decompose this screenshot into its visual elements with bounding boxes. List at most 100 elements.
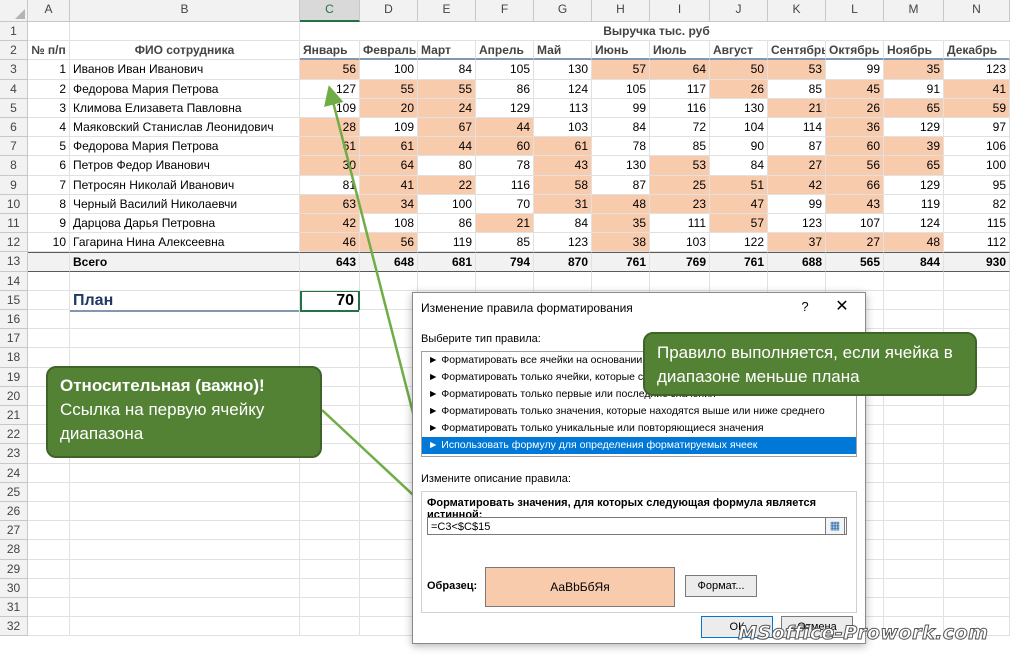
column-header-c[interactable]: C — [300, 0, 360, 22]
empty-cell[interactable] — [70, 559, 300, 579]
revenue-cell[interactable]: 31 — [534, 194, 592, 214]
revenue-cell[interactable]: 84 — [710, 156, 768, 176]
empty-cell[interactable] — [944, 463, 1010, 483]
empty-cell[interactable] — [70, 329, 300, 349]
revenue-cell[interactable]: 97 — [944, 118, 1010, 138]
empty-cell[interactable] — [28, 22, 70, 42]
empty-cell[interactable] — [884, 598, 944, 618]
revenue-cell[interactable]: 113 — [534, 98, 592, 118]
row-header-7[interactable]: 7 — [0, 137, 28, 157]
revenue-cell[interactable]: 85 — [768, 79, 826, 99]
column-header-b[interactable]: B — [70, 0, 300, 22]
revenue-cell[interactable]: 64 — [650, 60, 710, 80]
close-icon[interactable]: ✕ — [831, 296, 853, 318]
revenue-cell[interactable]: 123 — [944, 60, 1010, 80]
empty-cell[interactable] — [360, 271, 418, 291]
revenue-cell[interactable]: 66 — [826, 175, 884, 195]
revenue-cell[interactable]: 61 — [300, 137, 360, 157]
revenue-cell[interactable]: 35 — [884, 60, 944, 80]
empty-cell[interactable] — [70, 463, 300, 483]
empty-cell[interactable] — [884, 406, 944, 426]
revenue-cell[interactable]: 124 — [534, 79, 592, 99]
empty-cell[interactable] — [70, 521, 300, 541]
empty-cell[interactable] — [70, 348, 300, 368]
empty-cell[interactable] — [418, 271, 476, 291]
revenue-cell[interactable]: 48 — [884, 233, 944, 253]
revenue-cell[interactable]: 86 — [418, 214, 476, 234]
rule-type-item[interactable]: ► Форматировать только уникальные или по… — [422, 420, 856, 437]
empty-cell[interactable] — [28, 598, 70, 618]
revenue-cell[interactable]: 122 — [710, 233, 768, 253]
row-header-24[interactable]: 24 — [0, 463, 28, 483]
revenue-cell[interactable]: 23 — [650, 194, 710, 214]
revenue-cell[interactable]: 60 — [826, 137, 884, 157]
empty-cell[interactable] — [360, 578, 418, 598]
empty-cell[interactable] — [884, 290, 944, 310]
empty-cell[interactable] — [300, 329, 360, 349]
row-header-1[interactable]: 1 — [0, 22, 28, 42]
row-header-11[interactable]: 11 — [0, 214, 28, 234]
revenue-cell[interactable]: 61 — [534, 137, 592, 157]
revenue-cell[interactable]: 46 — [300, 233, 360, 253]
revenue-cell[interactable]: 45 — [826, 79, 884, 99]
empty-cell[interactable] — [360, 386, 418, 406]
revenue-cell[interactable]: 53 — [768, 60, 826, 80]
revenue-cell[interactable]: 65 — [884, 156, 944, 176]
revenue-cell[interactable]: 51 — [710, 175, 768, 195]
empty-cell[interactable] — [28, 540, 70, 560]
empty-cell[interactable] — [944, 444, 1010, 464]
empty-cell[interactable] — [884, 521, 944, 541]
revenue-cell[interactable]: 72 — [650, 118, 710, 138]
row-header-5[interactable]: 5 — [0, 98, 28, 118]
revenue-cell[interactable]: 106 — [944, 137, 1010, 157]
empty-cell[interactable] — [360, 521, 418, 541]
row-header-17[interactable]: 17 — [0, 329, 28, 349]
empty-cell[interactable] — [300, 578, 360, 598]
revenue-cell[interactable]: 56 — [300, 60, 360, 80]
empty-cell[interactable] — [360, 329, 418, 349]
row-header-10[interactable]: 10 — [0, 194, 28, 214]
revenue-cell[interactable]: 26 — [826, 98, 884, 118]
empty-cell[interactable] — [884, 540, 944, 560]
revenue-cell[interactable]: 44 — [476, 118, 534, 138]
empty-cell[interactable] — [70, 578, 300, 598]
empty-cell[interactable] — [28, 521, 70, 541]
empty-cell[interactable] — [944, 521, 1010, 541]
empty-cell[interactable] — [300, 271, 360, 291]
column-header-e[interactable]: E — [418, 0, 476, 22]
empty-cell[interactable] — [28, 502, 70, 522]
empty-cell[interactable] — [300, 617, 360, 637]
empty-cell[interactable] — [28, 348, 70, 368]
empty-cell[interactable] — [300, 502, 360, 522]
revenue-cell[interactable]: 82 — [944, 194, 1010, 214]
revenue-cell[interactable]: 119 — [884, 194, 944, 214]
revenue-cell[interactable]: 63 — [300, 194, 360, 214]
empty-cell[interactable] — [300, 482, 360, 502]
revenue-cell[interactable]: 30 — [300, 156, 360, 176]
empty-cell[interactable] — [360, 617, 418, 637]
revenue-cell[interactable]: 100 — [360, 60, 418, 80]
empty-cell[interactable] — [28, 310, 70, 330]
revenue-cell[interactable]: 100 — [418, 194, 476, 214]
column-header-n[interactable]: N — [944, 0, 1010, 22]
empty-cell[interactable] — [944, 271, 1010, 291]
row-header-21[interactable]: 21 — [0, 406, 28, 426]
revenue-cell[interactable]: 80 — [418, 156, 476, 176]
revenue-cell[interactable]: 55 — [360, 79, 418, 99]
empty-cell[interactable] — [28, 271, 70, 291]
row-header-30[interactable]: 30 — [0, 578, 28, 598]
row-header-22[interactable]: 22 — [0, 425, 28, 445]
revenue-cell[interactable]: 59 — [944, 98, 1010, 118]
revenue-cell[interactable]: 27 — [826, 233, 884, 253]
revenue-cell[interactable]: 127 — [300, 79, 360, 99]
revenue-cell[interactable]: 41 — [944, 79, 1010, 99]
empty-cell[interactable] — [360, 444, 418, 464]
empty-cell[interactable] — [884, 444, 944, 464]
revenue-cell[interactable]: 86 — [476, 79, 534, 99]
revenue-cell[interactable]: 85 — [650, 137, 710, 157]
row-header-9[interactable]: 9 — [0, 175, 28, 195]
empty-cell[interactable] — [360, 502, 418, 522]
revenue-cell[interactable]: 58 — [534, 175, 592, 195]
column-header-d[interactable]: D — [360, 0, 418, 22]
revenue-cell[interactable]: 21 — [476, 214, 534, 234]
